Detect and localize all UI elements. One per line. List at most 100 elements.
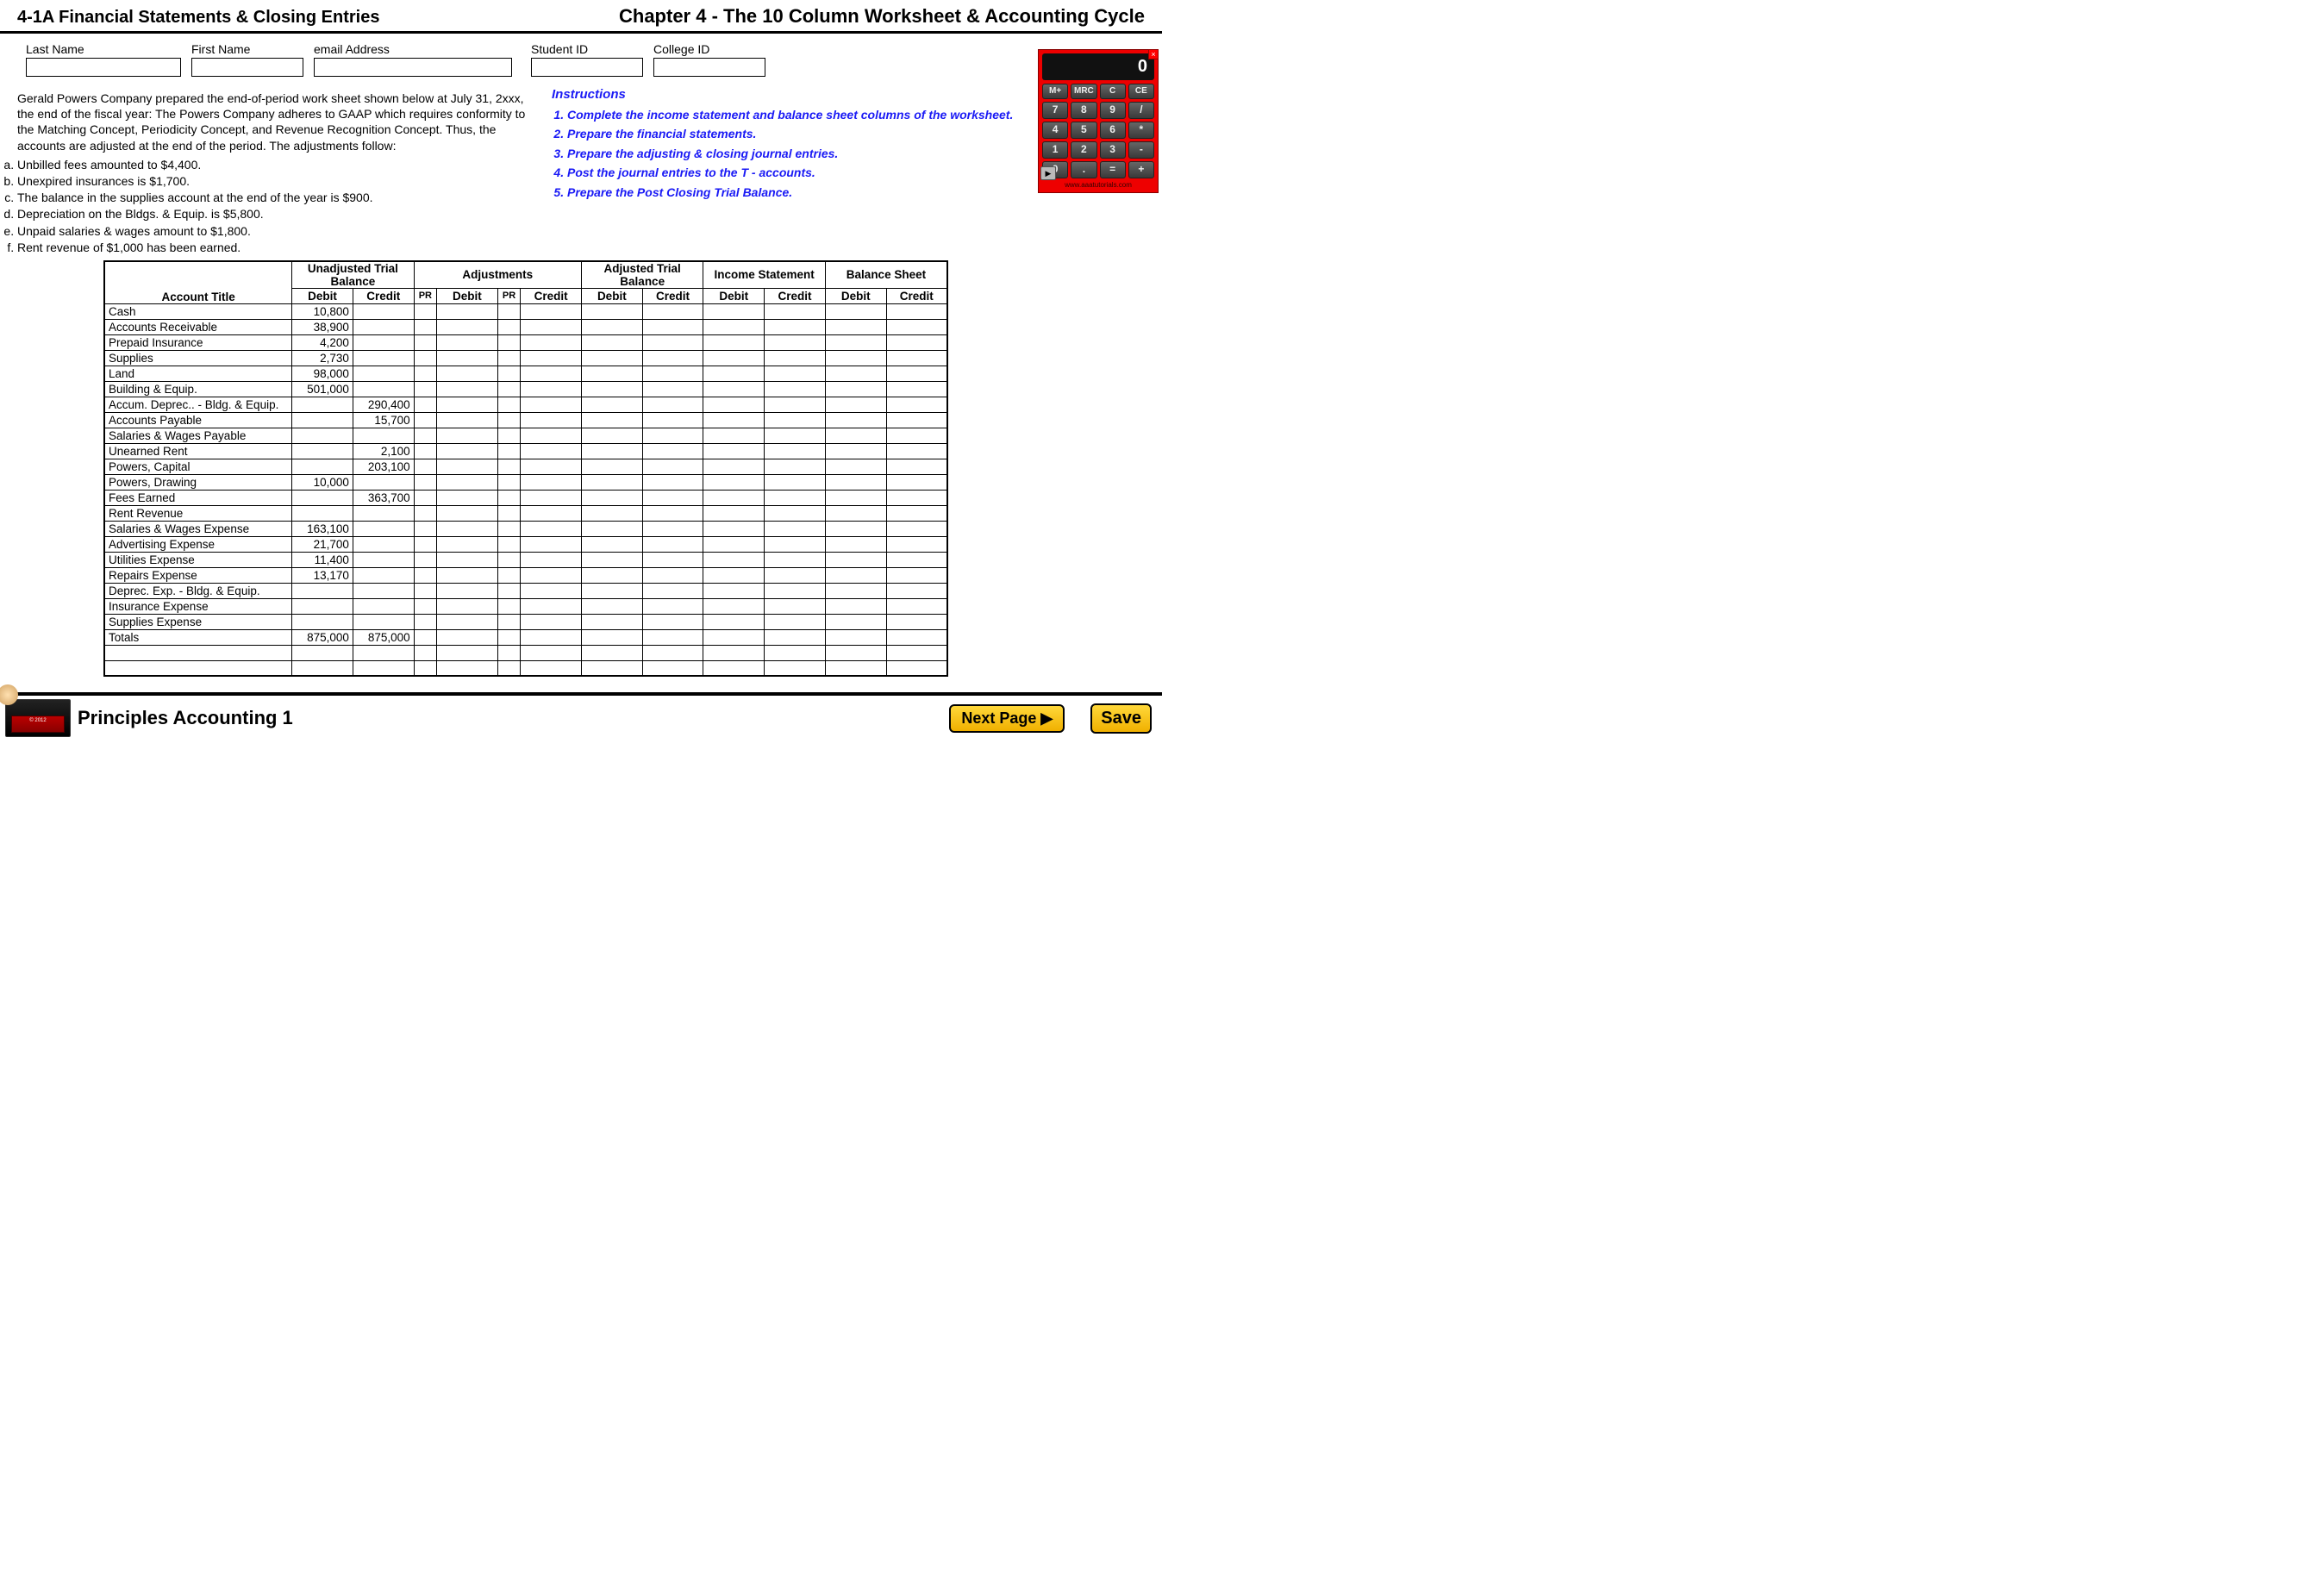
value-cell[interactable] — [353, 521, 414, 536]
value-cell[interactable] — [825, 397, 886, 412]
value-cell[interactable] — [353, 598, 414, 614]
value-cell[interactable] — [642, 614, 703, 629]
value-cell[interactable] — [886, 412, 947, 428]
value-cell[interactable] — [581, 583, 642, 598]
account-title-cell[interactable]: Cash — [104, 303, 292, 319]
value-cell[interactable] — [765, 614, 826, 629]
value-cell[interactable] — [292, 614, 353, 629]
value-cell[interactable] — [521, 443, 582, 459]
value-cell[interactable] — [581, 381, 642, 397]
value-cell[interactable] — [292, 598, 353, 614]
value-cell[interactable] — [825, 303, 886, 319]
student-id-input[interactable] — [531, 58, 643, 77]
value-cell[interactable] — [437, 319, 498, 334]
value-cell[interactable] — [642, 366, 703, 381]
account-title-cell[interactable]: Unearned Rent — [104, 443, 292, 459]
value-cell[interactable] — [765, 521, 826, 536]
value-cell[interactable] — [437, 334, 498, 350]
value-cell[interactable] — [703, 474, 765, 490]
value-cell[interactable] — [497, 319, 520, 334]
calc-button[interactable]: 8 — [1071, 102, 1096, 119]
first-name-input[interactable] — [191, 58, 303, 77]
value-cell[interactable] — [437, 459, 498, 474]
account-title-cell[interactable]: Powers, Capital — [104, 459, 292, 474]
value-cell[interactable] — [825, 536, 886, 552]
value-cell[interactable] — [292, 645, 353, 660]
value-cell[interactable] — [437, 660, 498, 676]
calc-button-m+[interactable]: M+ — [1042, 84, 1068, 99]
value-cell[interactable] — [353, 303, 414, 319]
value-cell[interactable] — [581, 334, 642, 350]
value-cell[interactable] — [825, 614, 886, 629]
value-cell[interactable]: 13,170 — [292, 567, 353, 583]
value-cell[interactable] — [414, 412, 436, 428]
value-cell[interactable] — [581, 490, 642, 505]
value-cell[interactable] — [642, 567, 703, 583]
value-cell[interactable] — [581, 443, 642, 459]
value-cell[interactable] — [581, 614, 642, 629]
calc-button[interactable]: 6 — [1100, 122, 1126, 139]
value-cell[interactable]: 875,000 — [292, 629, 353, 645]
value-cell[interactable] — [414, 583, 436, 598]
value-cell[interactable] — [353, 366, 414, 381]
value-cell[interactable] — [886, 490, 947, 505]
value-cell[interactable] — [521, 567, 582, 583]
value-cell[interactable] — [497, 397, 520, 412]
value-cell[interactable] — [353, 536, 414, 552]
value-cell[interactable] — [703, 381, 765, 397]
value-cell[interactable] — [521, 303, 582, 319]
account-title-cell[interactable]: Salaries & Wages Expense — [104, 521, 292, 536]
value-cell[interactable] — [765, 459, 826, 474]
value-cell[interactable] — [642, 536, 703, 552]
account-title-cell[interactable]: Prepaid Insurance — [104, 334, 292, 350]
value-cell[interactable] — [497, 645, 520, 660]
value-cell[interactable] — [825, 598, 886, 614]
value-cell[interactable] — [521, 350, 582, 366]
value-cell[interactable] — [497, 366, 520, 381]
value-cell[interactable] — [414, 443, 436, 459]
value-cell[interactable] — [642, 552, 703, 567]
value-cell[interactable] — [437, 490, 498, 505]
value-cell[interactable] — [497, 536, 520, 552]
value-cell[interactable] — [642, 443, 703, 459]
value-cell[interactable]: 501,000 — [292, 381, 353, 397]
value-cell[interactable] — [703, 583, 765, 598]
value-cell[interactable] — [292, 428, 353, 443]
value-cell[interactable] — [825, 629, 886, 645]
value-cell[interactable] — [521, 319, 582, 334]
value-cell[interactable] — [497, 381, 520, 397]
value-cell[interactable] — [765, 443, 826, 459]
value-cell[interactable] — [521, 474, 582, 490]
value-cell[interactable] — [437, 505, 498, 521]
account-title-cell[interactable]: Utilities Expense — [104, 552, 292, 567]
value-cell[interactable] — [703, 552, 765, 567]
value-cell[interactable]: 875,000 — [353, 629, 414, 645]
value-cell[interactable] — [765, 567, 826, 583]
value-cell[interactable] — [497, 552, 520, 567]
email-input[interactable] — [314, 58, 512, 77]
account-title-cell[interactable]: Accounts Payable — [104, 412, 292, 428]
value-cell[interactable] — [886, 583, 947, 598]
value-cell[interactable] — [825, 428, 886, 443]
value-cell[interactable] — [497, 412, 520, 428]
value-cell[interactable] — [703, 505, 765, 521]
value-cell[interactable] — [642, 505, 703, 521]
calc-button[interactable]: 5 — [1071, 122, 1096, 139]
value-cell[interactable]: 4,200 — [292, 334, 353, 350]
value-cell[interactable]: 98,000 — [292, 366, 353, 381]
value-cell[interactable] — [703, 319, 765, 334]
value-cell[interactable] — [642, 459, 703, 474]
value-cell[interactable] — [437, 381, 498, 397]
value-cell[interactable] — [353, 583, 414, 598]
calc-button[interactable]: 9 — [1100, 102, 1126, 119]
value-cell[interactable] — [642, 474, 703, 490]
value-cell[interactable] — [581, 474, 642, 490]
value-cell[interactable] — [497, 490, 520, 505]
value-cell[interactable] — [642, 521, 703, 536]
value-cell[interactable] — [886, 645, 947, 660]
value-cell[interactable] — [581, 567, 642, 583]
value-cell[interactable] — [437, 428, 498, 443]
value-cell[interactable] — [581, 303, 642, 319]
value-cell[interactable] — [437, 443, 498, 459]
value-cell[interactable] — [414, 334, 436, 350]
